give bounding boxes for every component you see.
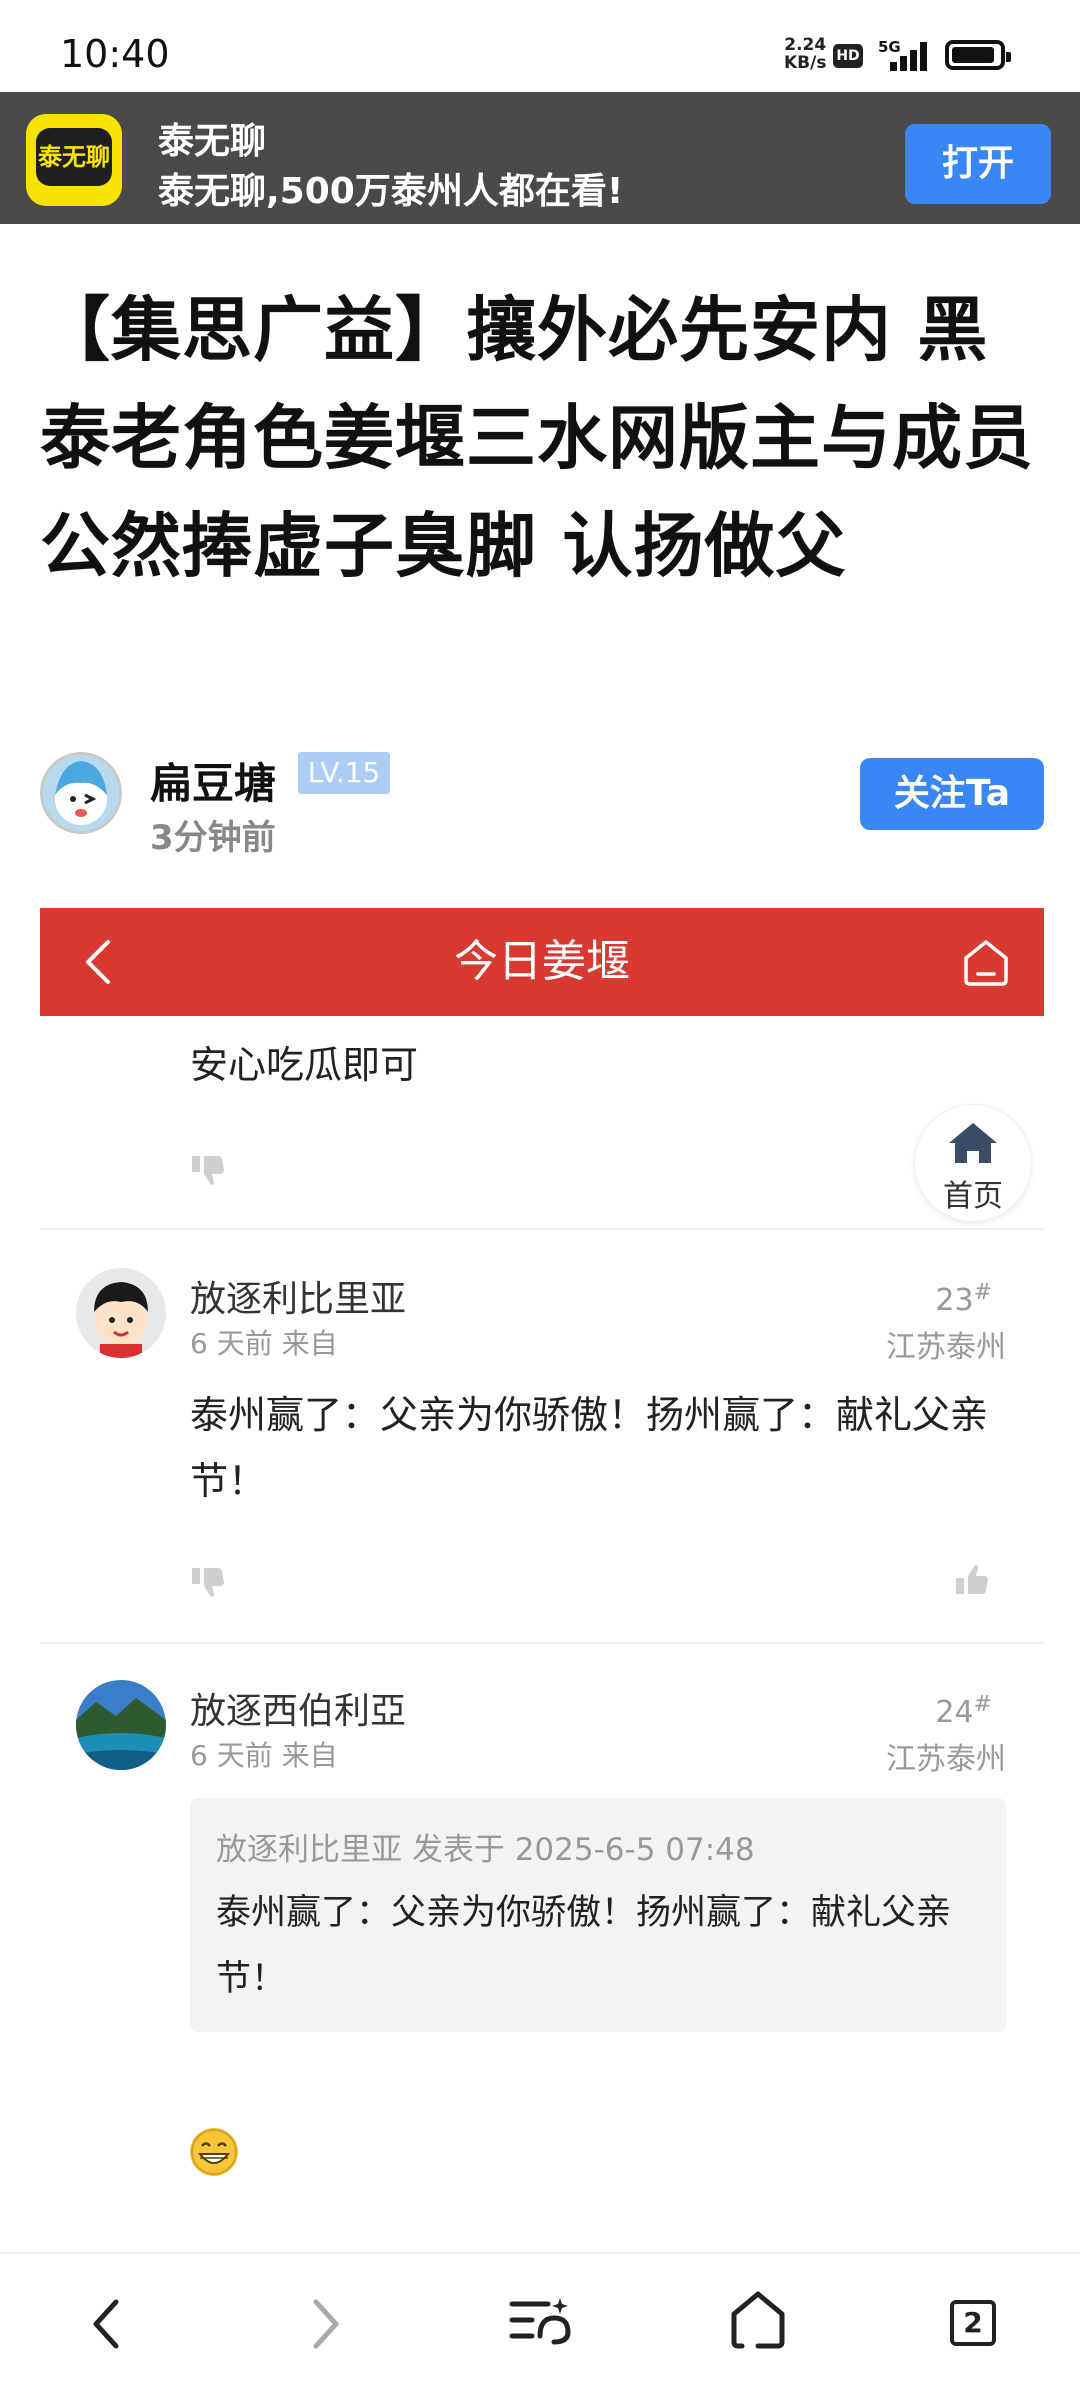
status-time: 10:40 bbox=[60, 32, 170, 76]
quote-text: 泰州赢了：父亲为你骄傲！扬州赢了：献礼父亲节！ bbox=[216, 1893, 952, 1999]
forum-title: 今日姜堰 bbox=[454, 936, 630, 987]
author-avatar[interactable] bbox=[40, 752, 122, 834]
comment-location: 江苏泰州 bbox=[886, 1742, 1006, 1777]
forward-icon[interactable] bbox=[306, 2294, 346, 2358]
quote-box: 放逐利比里亚 发表于 2025-6-5 07:48 泰州赢了：父亲为你骄傲！扬州… bbox=[190, 1798, 1006, 2032]
commenter-avatar[interactable] bbox=[76, 1680, 166, 1770]
comment-text: 泰州赢了：父亲为你骄傲！扬州赢了：献礼父亲节！ bbox=[190, 1393, 989, 1503]
article-title: 【集思广益】攘外必先安内 黑泰老角色姜堰三水网版主与成员公然捧虚子臭脚 认扬做父 bbox=[40, 289, 1034, 587]
thumbs-down-icon[interactable] bbox=[190, 1564, 226, 1598]
floor-mark: # bbox=[973, 1280, 992, 1305]
browser-bottom-nav: 2 bbox=[0, 2252, 1080, 2402]
follow-button[interactable]: 关注Ta bbox=[860, 758, 1044, 830]
app-slogan: 泰无聊,500万泰州人都在看! bbox=[158, 171, 624, 212]
comment-meta: 6 天前 来自 bbox=[190, 1739, 338, 1772]
author-name[interactable]: 扁豆塘 bbox=[150, 750, 276, 811]
app-logo[interactable]: 泰无聊 bbox=[26, 114, 122, 206]
floor-number-value: 23 bbox=[935, 1283, 974, 1318]
commenter-avatar[interactable] bbox=[76, 1268, 166, 1358]
floor-number: 24# bbox=[900, 1692, 992, 1730]
level-badge: LV.15 bbox=[298, 752, 390, 794]
commenter-name[interactable]: 放逐西伯利亞 bbox=[190, 1682, 406, 1734]
network-speed-unit: KB/s bbox=[784, 53, 827, 73]
status-bar: 10:40 2.24 KB/s HD 5G bbox=[0, 0, 1080, 92]
app-download-banner: 泰无聊 泰无聊 泰无聊,500万泰州人都在看! 打开 bbox=[0, 92, 1080, 224]
app-logo-text: 泰无聊 bbox=[36, 128, 112, 186]
forum-header-bar: 今日姜堰 bbox=[40, 908, 1044, 1016]
thumbs-down-icon[interactable] bbox=[190, 1152, 226, 1186]
floor-number-value: 24 bbox=[935, 1695, 974, 1730]
comment-meta: 6 天前 来自 bbox=[190, 1327, 338, 1360]
home-outline-icon[interactable] bbox=[960, 936, 1012, 992]
home-icon[interactable] bbox=[728, 2288, 788, 2354]
battery-icon bbox=[945, 40, 1011, 70]
network-speed-value: 2.24 bbox=[784, 35, 827, 55]
floor-mark: # bbox=[973, 1692, 992, 1717]
network-type: 5G bbox=[878, 38, 901, 56]
hd-icon: HD bbox=[833, 44, 863, 68]
commenter-name[interactable]: 放逐利比里亚 bbox=[190, 1270, 406, 1322]
menu-icon[interactable] bbox=[508, 2290, 572, 2354]
comment-text: 安心吃瓜即可 bbox=[190, 1043, 419, 1087]
back-icon[interactable] bbox=[86, 2294, 126, 2358]
floor-number: 23# bbox=[900, 1280, 992, 1318]
back-arrow-icon[interactable] bbox=[80, 936, 116, 992]
divider bbox=[40, 1642, 1044, 1644]
open-app-button[interactable]: 打开 bbox=[905, 124, 1051, 204]
app-name: 泰无聊 bbox=[158, 121, 267, 162]
grin-emoji-icon bbox=[190, 2128, 238, 2176]
comment-location: 江苏泰州 bbox=[886, 1330, 1006, 1365]
tab-count: 2 bbox=[950, 2300, 996, 2346]
floating-home-label: 首页 bbox=[943, 1179, 1003, 1214]
quote-meta: 放逐利比里亚 发表于 2025-6-5 07:48 bbox=[216, 1832, 755, 1868]
divider bbox=[40, 1228, 1044, 1230]
home-icon bbox=[949, 1123, 997, 1163]
network-speed: 2.24 KB/s bbox=[784, 36, 826, 72]
tabs-button[interactable]: 2 bbox=[950, 2300, 996, 2346]
thumbs-up-icon[interactable] bbox=[954, 1564, 990, 1598]
signal-icon: 5G bbox=[876, 38, 936, 76]
floating-home-button[interactable]: 首页 bbox=[914, 1104, 1032, 1222]
post-time: 3分钟前 bbox=[150, 818, 276, 858]
